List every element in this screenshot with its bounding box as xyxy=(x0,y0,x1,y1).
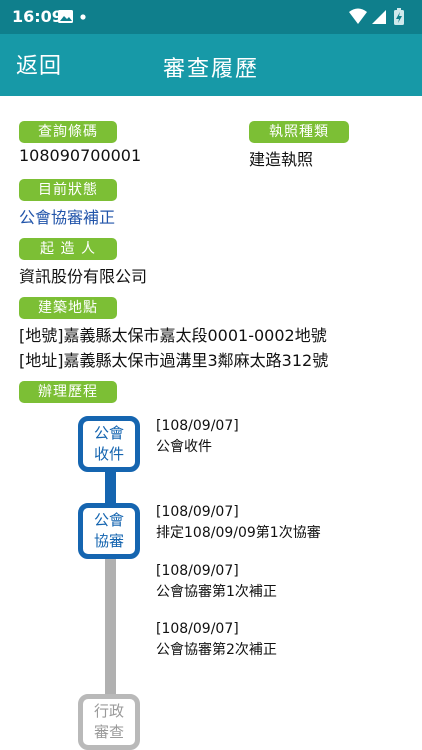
query-code-label: 查詢條碼 xyxy=(19,121,117,143)
entry-text: 公會協審第1次補正 xyxy=(156,584,277,600)
node-line1: 公會 xyxy=(93,424,124,442)
node-line2: 審查 xyxy=(93,723,124,741)
site-address: [地址]嘉義縣太保市過溝里3鄰麻太路312號 xyxy=(19,351,329,370)
image-icon xyxy=(58,10,86,23)
node-line1: 行政 xyxy=(93,702,124,720)
applicant-value: 資訊股份有限公司 xyxy=(19,267,148,286)
site-lot: [地號]嘉義縣太保市嘉太段0001-0002地號 xyxy=(19,326,327,345)
current-status-label: 目前狀態 xyxy=(19,179,117,201)
applicant-label: 起 造 人 xyxy=(19,238,117,260)
app-bar: 返回 審查履歷 xyxy=(0,34,422,96)
timeline-node-union-review: 公會 協審 xyxy=(78,503,140,559)
status-right-icons xyxy=(348,8,412,30)
history-label: 辦理歷程 xyxy=(19,381,117,403)
timeline-entry: [108/09/07] 排定108/09/09第1次協審 xyxy=(156,502,321,544)
entry-text: 公會協審第2次補正 xyxy=(156,642,277,658)
status-bar: 16:09 xyxy=(0,0,422,34)
entry-date: [108/09/07] xyxy=(156,418,239,434)
license-type-value: 建造執照 xyxy=(249,150,314,169)
signal-icon xyxy=(372,10,386,24)
dot-icon xyxy=(80,14,86,20)
current-status-value: 公會協審補正 xyxy=(19,208,116,227)
status-time: 16:09 xyxy=(12,7,63,26)
timeline-node-union-receipt: 公會 收件 xyxy=(78,416,140,472)
battery-icon xyxy=(394,8,404,25)
entry-date: [108/09/07] xyxy=(156,504,239,520)
entry-text: 排定108/09/09第1次協審 xyxy=(156,525,321,541)
license-type-label: 執照種類 xyxy=(249,121,349,143)
timeline-entry: [108/09/07] 公會協審第1次補正 xyxy=(156,561,277,603)
node-line2: 收件 xyxy=(93,445,124,463)
timeline-entry: [108/09/07] 公會收件 xyxy=(156,416,239,458)
timeline-node-admin-review: 行政 審查 xyxy=(78,694,140,750)
timeline-connector-inactive xyxy=(105,558,116,706)
wifi-icon xyxy=(349,8,367,24)
entry-date: [108/09/07] xyxy=(156,621,239,637)
status-left-icons xyxy=(58,9,98,29)
node-line1: 公會 xyxy=(93,511,124,529)
timeline-entry: [108/09/07] 公會協審第2次補正 xyxy=(156,619,277,661)
entry-text: 公會收件 xyxy=(156,439,212,455)
entry-date: [108/09/07] xyxy=(156,563,239,579)
node-line2: 協審 xyxy=(93,532,124,550)
page-title: 審查履歷 xyxy=(162,57,259,82)
query-code-value: 108090700001 xyxy=(19,146,142,165)
site-label: 建築地點 xyxy=(19,297,117,319)
